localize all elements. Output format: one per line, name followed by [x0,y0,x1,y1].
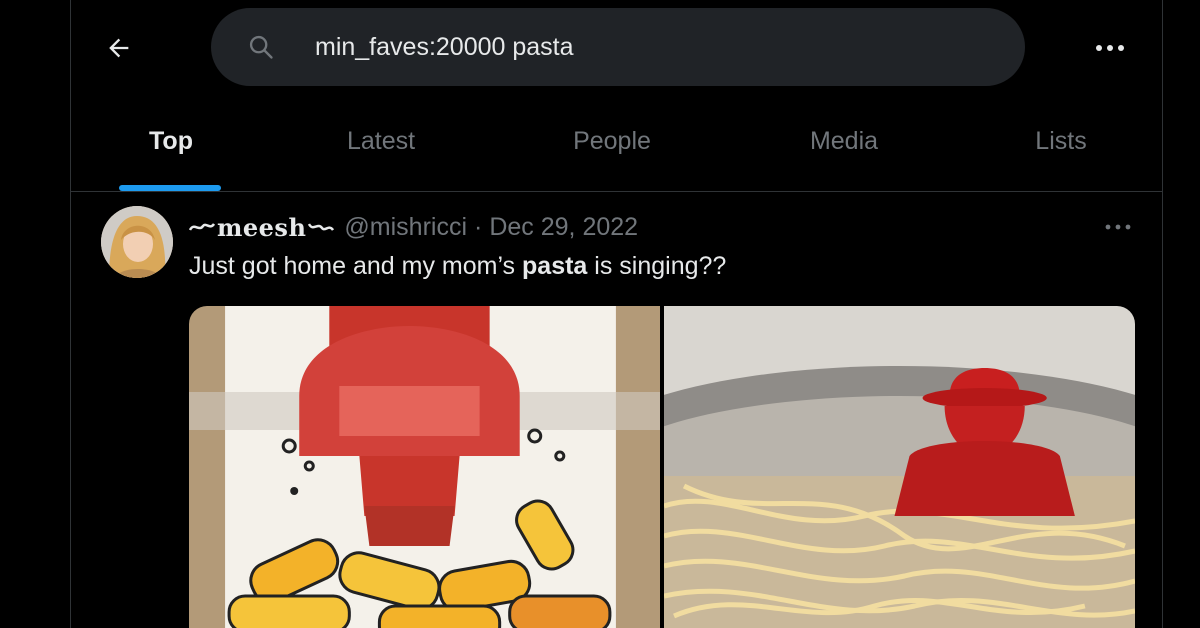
tweet-text: Just got home and my mom’s pasta is sing… [189,252,726,281]
tab-latest[interactable]: Latest [281,92,481,191]
search-input[interactable] [315,28,995,66]
search-icon [249,35,273,59]
tab-lists[interactable]: Lists [961,92,1161,191]
tweet[interactable]: meesh @mishricci · Dec 29, 2022 Just got… [71,192,1162,628]
tweet-media [189,306,1135,628]
back-arrow-icon [109,38,129,58]
tweet-date[interactable]: Dec 29, 2022 [489,213,638,242]
search-header [71,0,1162,92]
media-image-pasta-pot[interactable] [664,306,1135,628]
search-tabs: Top Latest People Media Lists [71,92,1162,192]
tweet-more-button[interactable] [1095,212,1141,242]
tab-top[interactable]: Top [71,92,271,191]
tab-media[interactable]: Media [744,92,944,191]
avatar[interactable] [101,206,173,278]
tweet-text-part: is singing?? [587,252,727,280]
tweet-text-highlight: pasta [522,252,588,280]
user-handle[interactable]: @mishricci [344,213,467,242]
tweet-header: meesh @mishricci · Dec 29, 2022 [189,210,638,244]
tab-people[interactable]: People [512,92,712,191]
active-tab-indicator [119,185,221,191]
more-options-button[interactable] [1083,28,1137,68]
display-name[interactable]: meesh [217,213,306,242]
main-column: Top Latest People Media Lists meesh @mi [70,0,1163,628]
back-button[interactable] [97,26,141,70]
search-bar[interactable] [211,8,1025,86]
more-icon [1105,224,1131,230]
more-icon [1096,45,1124,51]
media-image-pasta-box[interactable] [189,306,660,628]
decorative-flourish-icon [189,223,215,231]
header-separator: · [474,212,483,241]
tweet-text-part: Just got home and my mom’s [189,252,523,280]
decorative-flourish-icon [308,223,335,231]
